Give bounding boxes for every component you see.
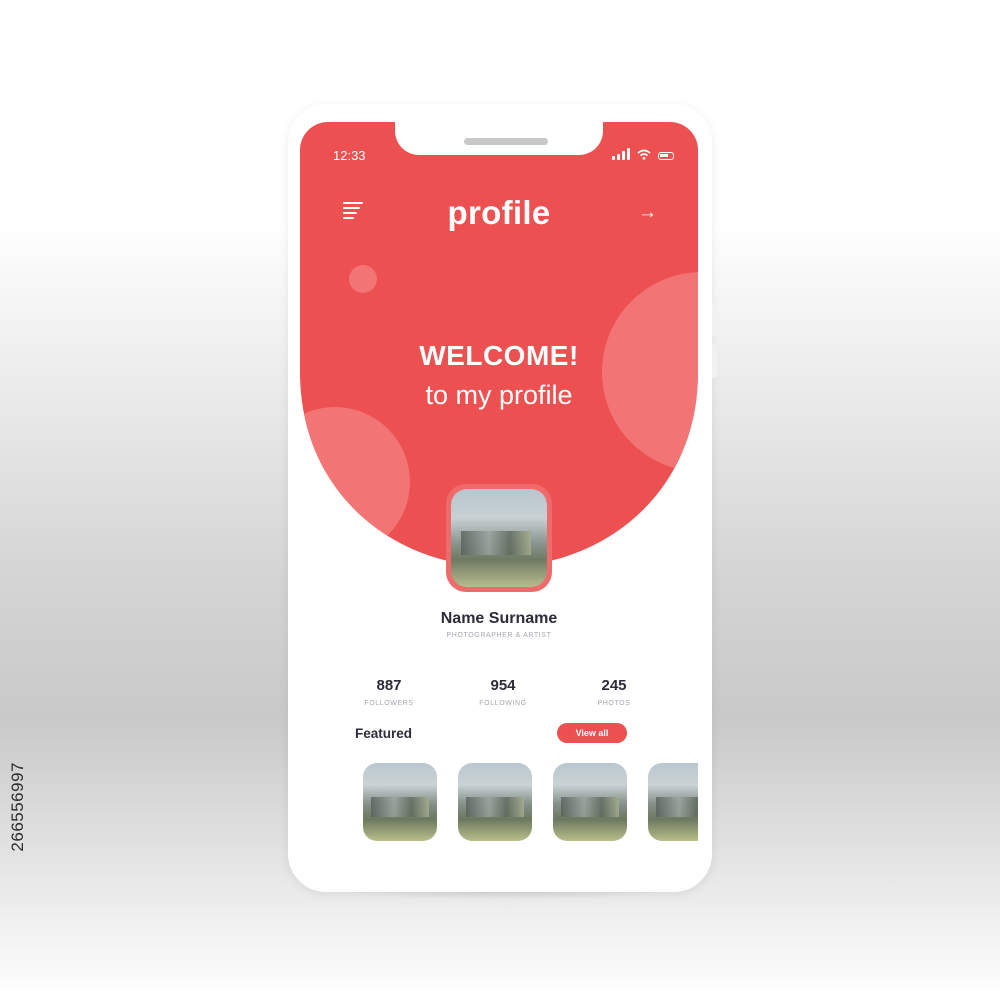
wifi-icon [637,149,651,160]
signal-bars-icon [612,148,630,160]
stat-label: PHOTOS [597,700,631,707]
stat-value: 245 [601,677,627,694]
stat-label: FOLLOWING [479,700,527,707]
stat-value: 887 [376,677,402,694]
profile-role: PHOTOGRAPHER & ARTIST [446,632,552,639]
avatar [451,489,547,587]
featured-heading: Featured [355,726,413,741]
stat-value: 954 [490,677,516,694]
welcome-heading: WELCOME! [419,340,579,371]
phone-frame: 12:33 profile → WELCOME! to my profile N… [288,104,717,892]
phone-speaker [464,138,548,145]
avatar-frame[interactable] [446,484,552,592]
featured-photo-thumbnail[interactable] [648,763,698,841]
stat-following[interactable]: 954 FOLLOWING [458,677,548,707]
decor-circle-small [349,265,377,293]
featured-photo-thumbnail[interactable] [458,763,532,841]
status-time: 12:33 [333,148,366,163]
phone-side-button [712,344,717,378]
status-icons [612,148,674,160]
arrow-right-icon[interactable]: → [638,202,657,224]
welcome-subtitle: to my profile [425,380,573,410]
battery-icon [658,152,674,160]
stat-followers[interactable]: 887 FOLLOWERS [344,677,434,707]
featured-photo-thumbnail[interactable] [553,763,627,841]
stat-label: FOLLOWERS [364,700,414,707]
phone-side-button [712,302,717,336]
app-screen: 12:33 profile → WELCOME! to my profile N… [300,122,698,874]
image-id-watermark: 266556997 [8,762,27,852]
stat-photos[interactable]: 245 PHOTOS [569,677,659,707]
profile-name: Name Surname [440,610,558,627]
view-all-button[interactable]: View all [557,723,627,743]
featured-photo-thumbnail[interactable] [363,763,437,841]
